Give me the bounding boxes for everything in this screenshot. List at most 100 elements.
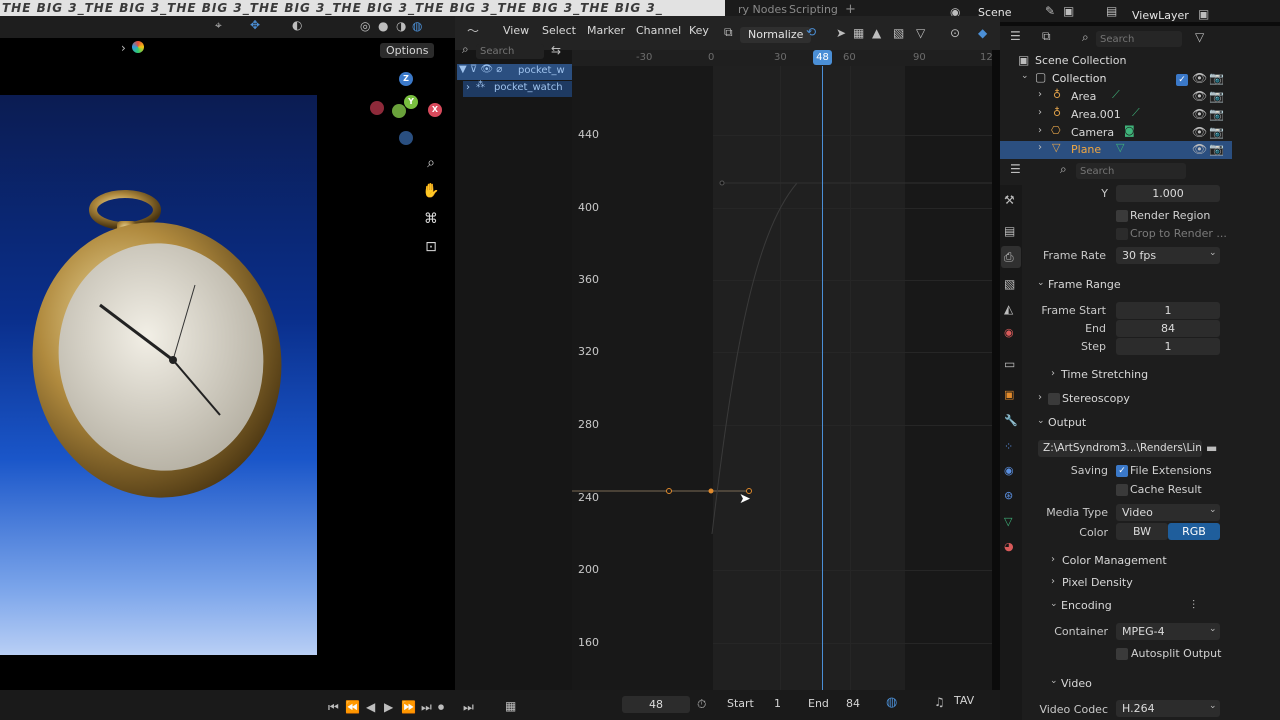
constraints-tab-icon[interactable]: ⊛ bbox=[1004, 489, 1013, 502]
select-tool-icon[interactable]: ➤ bbox=[836, 26, 846, 40]
camera-view-icon[interactable]: ⌘ bbox=[421, 209, 441, 229]
box-select-icon[interactable]: ▦ bbox=[853, 26, 864, 40]
particles-tab-icon[interactable]: ⁘ bbox=[1004, 440, 1013, 453]
tool-tab-icon[interactable]: ⚒ bbox=[1004, 193, 1015, 207]
jump-to-start-icon[interactable]: ⏮ bbox=[328, 700, 339, 715]
keying-set-icon[interactable]: ▦ bbox=[505, 699, 516, 713]
chevron-down-icon[interactable]: ⌄ bbox=[1037, 278, 1045, 288]
chevron-down-icon[interactable]: ⌄ bbox=[1050, 676, 1058, 686]
sync-mode-dropdown[interactable]: TAV bbox=[954, 694, 974, 707]
object-tab-icon[interactable]: ▣ bbox=[1004, 388, 1014, 401]
collection-include-checkbox[interactable]: ✓ bbox=[1176, 74, 1188, 86]
editor-type-icon[interactable]: 〜 bbox=[467, 22, 479, 39]
lock-icon[interactable]: ⊡ bbox=[421, 237, 441, 257]
frame-start-field[interactable]: 1 bbox=[1116, 302, 1220, 319]
world-tab-icon[interactable]: ◉ bbox=[1004, 326, 1014, 339]
neg-y-axis-icon[interactable] bbox=[392, 104, 406, 118]
filter-icon[interactable]: ▽ bbox=[1195, 30, 1204, 44]
pixel-density-section[interactable]: Pixel Density bbox=[1062, 576, 1133, 589]
data-tab-icon[interactable]: ▽ bbox=[1004, 515, 1012, 528]
snap-icon[interactable]: ◆ bbox=[978, 26, 987, 40]
play-icon[interactable]: ▶ bbox=[384, 700, 393, 714]
output-path-input[interactable]: Z:\ArtSyndrom3...\Renders\Linear bbox=[1038, 440, 1202, 457]
expand-arrow-icon[interactable]: › bbox=[1038, 142, 1042, 153]
autosplit-output-checkbox[interactable] bbox=[1116, 648, 1128, 660]
playhead-frame-indicator[interactable]: 48 bbox=[813, 50, 832, 65]
collection-tab-icon[interactable]: ▭ bbox=[1004, 357, 1015, 371]
keyframe[interactable] bbox=[708, 488, 714, 494]
display-mode-icon[interactable]: ⧉ bbox=[1042, 29, 1051, 44]
y-axis-icon[interactable]: Y bbox=[404, 95, 418, 109]
neg-x-axis-icon[interactable] bbox=[370, 101, 384, 115]
menu-marker[interactable]: Marker bbox=[587, 24, 625, 37]
render-region-checkbox[interactable] bbox=[1116, 210, 1128, 222]
playhead-line[interactable] bbox=[822, 66, 823, 690]
channel-search-input[interactable] bbox=[476, 44, 544, 59]
encoding-section[interactable]: Encoding bbox=[1061, 599, 1112, 612]
modifier-tab-icon[interactable]: 🔧 bbox=[1004, 414, 1018, 427]
expand-arrow-icon[interactable]: › bbox=[121, 41, 126, 55]
filter-icon[interactable]: ▽ bbox=[916, 26, 925, 40]
cursor-select-icon[interactable]: ⌖ bbox=[215, 18, 222, 33]
render-tab-icon[interactable]: ▤ bbox=[1004, 224, 1015, 238]
eye-icon[interactable]: 👁 bbox=[1192, 71, 1207, 85]
overlay-toggle-icon[interactable]: ◐ bbox=[292, 18, 302, 32]
frame-rate-dropdown[interactable]: 30 fps bbox=[1116, 247, 1220, 264]
end-frame-field[interactable]: 84 bbox=[846, 697, 860, 710]
ghost-curves-icon[interactable]: ▧ bbox=[893, 26, 904, 40]
output-tab-icon[interactable]: ⎙ bbox=[1004, 250, 1014, 265]
start-frame-field[interactable]: 1 bbox=[774, 697, 781, 710]
color-bw-button[interactable]: BW bbox=[1116, 523, 1168, 540]
add-workspace-button[interactable]: + bbox=[845, 2, 856, 17]
physics-tab-icon[interactable]: ◉ bbox=[1004, 464, 1014, 477]
warning-icon[interactable]: ▲ bbox=[872, 26, 881, 40]
zoom-icon[interactable]: ⌕ bbox=[421, 153, 441, 173]
play-reverse-icon[interactable]: ◀ bbox=[366, 700, 375, 714]
expand-arrow-icon[interactable]: › bbox=[1051, 368, 1055, 379]
frame-step-field[interactable]: 1 bbox=[1116, 338, 1220, 355]
stereoscopy-section[interactable]: Stereoscopy bbox=[1062, 392, 1130, 405]
swap-icon[interactable]: ⇆ bbox=[551, 43, 561, 57]
expand-arrow-icon[interactable]: › bbox=[1038, 107, 1042, 118]
color-rgb-button[interactable]: RGB bbox=[1168, 523, 1220, 540]
container-dropdown[interactable]: MPEG-4 bbox=[1116, 623, 1220, 640]
cache-result-checkbox[interactable] bbox=[1116, 484, 1128, 496]
material-tab-icon[interactable]: ◕ bbox=[1004, 540, 1014, 553]
keying-icon[interactable]: ⏭ bbox=[463, 700, 474, 715]
eye-icon[interactable]: 👁 bbox=[1192, 125, 1207, 139]
camera-render-icon[interactable]: 📷 bbox=[1209, 107, 1224, 121]
expand-arrow-icon[interactable]: › bbox=[1038, 89, 1042, 100]
scene-tab-icon[interactable]: ◭ bbox=[1004, 302, 1013, 316]
current-frame-field[interactable]: 48 bbox=[622, 696, 690, 713]
keyframe-handle[interactable] bbox=[666, 488, 672, 494]
expand-arrow-icon[interactable]: › bbox=[466, 82, 470, 93]
preview-range-icon[interactable]: ⏱ bbox=[697, 697, 706, 712]
menu-select[interactable]: Select bbox=[542, 24, 576, 37]
expand-arrow-icon[interactable]: › bbox=[1038, 125, 1042, 136]
video-section[interactable]: Video bbox=[1061, 677, 1092, 690]
camera-render-icon[interactable]: 📷 bbox=[1209, 71, 1224, 85]
expand-arrow-icon[interactable]: › bbox=[1051, 554, 1055, 565]
normalize-toggle[interactable]: Normalize bbox=[740, 27, 812, 43]
pan-hand-icon[interactable]: ✋ bbox=[421, 181, 441, 201]
playback-icon[interactable]: ◍ bbox=[886, 695, 897, 710]
jump-to-keyframe-back-icon[interactable]: ⏪ bbox=[345, 700, 360, 714]
neg-z-axis-icon[interactable] bbox=[399, 131, 413, 145]
eye-icon[interactable]: 👁 bbox=[1192, 89, 1207, 103]
crop-to-render-checkbox[interactable] bbox=[1116, 228, 1128, 240]
camera-render-icon[interactable]: 📷 bbox=[1209, 142, 1224, 156]
new-scene-icon[interactable]: ▣ bbox=[1063, 4, 1074, 18]
chevron-down-icon[interactable]: ⌄ bbox=[1021, 71, 1029, 81]
z-axis-icon[interactable]: Z bbox=[399, 72, 413, 86]
view-layer-selector[interactable]: ViewLayer bbox=[1132, 9, 1189, 22]
record-icon[interactable]: ⏺ bbox=[438, 700, 444, 715]
menu-key[interactable]: Key bbox=[689, 24, 709, 37]
options-dropdown[interactable]: Options bbox=[380, 43, 435, 58]
material-shading-icon[interactable]: ◑ bbox=[396, 19, 406, 33]
properties-editor-icon[interactable]: ☰ bbox=[1010, 162, 1021, 176]
properties-search-input[interactable] bbox=[1076, 163, 1186, 179]
chevron-down-icon[interactable]: ⌄ bbox=[1050, 599, 1058, 609]
tab-scripting[interactable]: Scripting bbox=[789, 3, 838, 16]
pivot-icon[interactable]: ⊙ bbox=[950, 26, 960, 40]
view-layer-tab-icon[interactable]: ▧ bbox=[1004, 277, 1015, 291]
